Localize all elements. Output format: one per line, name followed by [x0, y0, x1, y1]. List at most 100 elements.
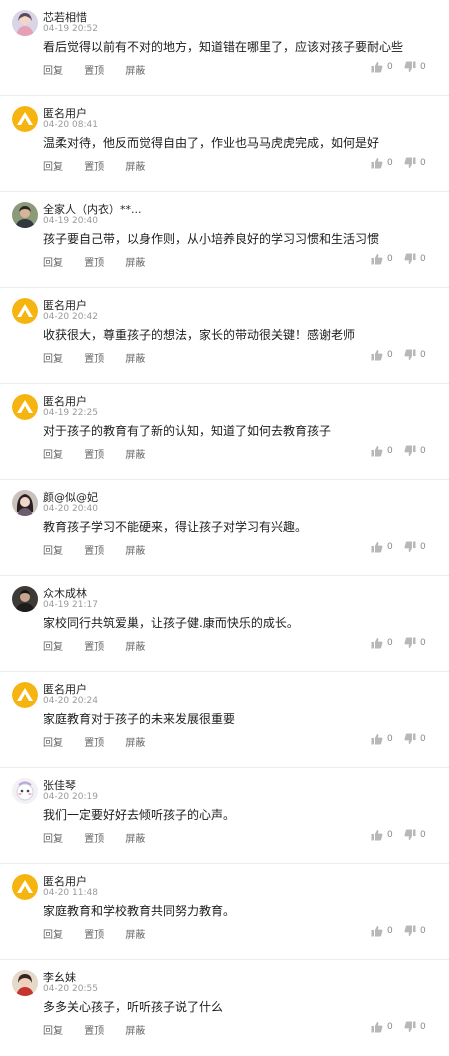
- pin-button[interactable]: 置顶: [84, 158, 104, 173]
- comment-time: 04-20 20:19: [43, 792, 98, 802]
- comment-time: 04-19 22:25: [43, 408, 98, 418]
- commenter-name[interactable]: 全家人（内衣）**...: [43, 201, 142, 217]
- reply-button[interactable]: 回复: [43, 926, 63, 941]
- avatar[interactable]: [12, 874, 38, 900]
- pin-button[interactable]: 置顶: [84, 926, 104, 941]
- avatar[interactable]: [12, 10, 38, 36]
- dislike-button[interactable]: 0: [404, 445, 426, 457]
- comment-item: 全家人（内衣）**... 04-19 20:40 孩子要自己带，以身作则，从小培…: [0, 192, 449, 288]
- avatar[interactable]: [12, 682, 38, 708]
- reply-button[interactable]: 回复: [43, 350, 63, 365]
- avatar[interactable]: [12, 394, 38, 420]
- block-button[interactable]: 屏蔽: [125, 638, 145, 653]
- reply-button[interactable]: 回复: [43, 830, 63, 845]
- like-count: 0: [387, 158, 393, 168]
- like-button[interactable]: 0: [371, 637, 393, 649]
- thumbs-up-icon: [371, 1021, 383, 1033]
- comment-time: 04-19 21:17: [43, 600, 98, 610]
- avatar[interactable]: [12, 106, 38, 132]
- commenter-name[interactable]: 匿名用户: [43, 297, 87, 313]
- pin-button[interactable]: 置顶: [84, 734, 104, 749]
- thumbs-up-icon: [371, 541, 383, 553]
- like-button[interactable]: 0: [371, 829, 393, 841]
- pin-button[interactable]: 置顶: [84, 830, 104, 845]
- block-button[interactable]: 屏蔽: [125, 350, 145, 365]
- dislike-count: 0: [420, 926, 426, 936]
- commenter-name[interactable]: 众木成林: [43, 585, 87, 601]
- dislike-count: 0: [420, 350, 426, 360]
- pin-button[interactable]: 置顶: [84, 1022, 104, 1037]
- block-button[interactable]: 屏蔽: [125, 446, 145, 461]
- reply-button[interactable]: 回复: [43, 1022, 63, 1037]
- comment-actions: 回复 置顶 屏蔽: [43, 926, 163, 941]
- commenter-name[interactable]: 芯若相惜: [43, 9, 87, 25]
- dislike-button[interactable]: 0: [404, 157, 426, 169]
- comment-item: 匿名用户 04-20 20:24 家庭教育对于孩子的未来发展很重要 回复 置顶 …: [0, 672, 449, 768]
- dislike-button[interactable]: 0: [404, 637, 426, 649]
- reply-button[interactable]: 回复: [43, 254, 63, 269]
- thumbs-up-icon: [371, 733, 383, 745]
- dislike-button[interactable]: 0: [404, 925, 426, 937]
- anonymous-logo-icon: [12, 298, 38, 324]
- avatar[interactable]: [12, 970, 38, 996]
- reply-button[interactable]: 回复: [43, 158, 63, 173]
- dislike-button[interactable]: 0: [404, 1021, 426, 1033]
- pin-button[interactable]: 置顶: [84, 350, 104, 365]
- anonymous-logo-icon: [12, 394, 38, 420]
- like-button[interactable]: 0: [371, 733, 393, 745]
- comment-time: 04-20 20:40: [43, 504, 98, 514]
- like-button[interactable]: 0: [371, 349, 393, 361]
- avatar[interactable]: [12, 586, 38, 612]
- dislike-count: 0: [420, 254, 426, 264]
- comment-item: 李幺妹 04-20 20:55 多多关心孩子，听听孩子说了什么 回复 置顶 屏蔽…: [0, 960, 449, 1056]
- commenter-name[interactable]: 颜@似@妃: [43, 489, 98, 505]
- thumbs-up-icon: [371, 637, 383, 649]
- reply-button[interactable]: 回复: [43, 638, 63, 653]
- block-button[interactable]: 屏蔽: [125, 62, 145, 77]
- pin-button[interactable]: 置顶: [84, 638, 104, 653]
- comment-actions: 回复 置顶 屏蔽: [43, 62, 163, 77]
- user-photo: [12, 778, 38, 804]
- dislike-button[interactable]: 0: [404, 253, 426, 265]
- dislike-button[interactable]: 0: [404, 349, 426, 361]
- dislike-button[interactable]: 0: [404, 61, 426, 73]
- commenter-name[interactable]: 张佳琴: [43, 777, 76, 793]
- thumbs-down-icon: [404, 637, 416, 649]
- dislike-button[interactable]: 0: [404, 733, 426, 745]
- reply-button[interactable]: 回复: [43, 446, 63, 461]
- reply-button[interactable]: 回复: [43, 62, 63, 77]
- thumbs-up-icon: [371, 925, 383, 937]
- pin-button[interactable]: 置顶: [84, 254, 104, 269]
- block-button[interactable]: 屏蔽: [125, 254, 145, 269]
- pin-button[interactable]: 置顶: [84, 62, 104, 77]
- avatar[interactable]: [12, 298, 38, 324]
- dislike-button[interactable]: 0: [404, 829, 426, 841]
- block-button[interactable]: 屏蔽: [125, 158, 145, 173]
- reply-button[interactable]: 回复: [43, 734, 63, 749]
- commenter-name[interactable]: 李幺妹: [43, 969, 76, 985]
- avatar[interactable]: [12, 490, 38, 516]
- commenter-name[interactable]: 匿名用户: [43, 681, 87, 697]
- like-button[interactable]: 0: [371, 1021, 393, 1033]
- reply-button[interactable]: 回复: [43, 542, 63, 557]
- like-button[interactable]: 0: [371, 157, 393, 169]
- block-button[interactable]: 屏蔽: [125, 926, 145, 941]
- comment-item: 匿名用户 04-20 11:48 家庭教育和学校教育共同努力教育。 回复 置顶 …: [0, 864, 449, 960]
- pin-button[interactable]: 置顶: [84, 542, 104, 557]
- like-button[interactable]: 0: [371, 925, 393, 937]
- block-button[interactable]: 屏蔽: [125, 1022, 145, 1037]
- block-button[interactable]: 屏蔽: [125, 542, 145, 557]
- block-button[interactable]: 屏蔽: [125, 734, 145, 749]
- commenter-name[interactable]: 匿名用户: [43, 873, 87, 889]
- like-button[interactable]: 0: [371, 541, 393, 553]
- like-button[interactable]: 0: [371, 253, 393, 265]
- commenter-name[interactable]: 匿名用户: [43, 393, 87, 409]
- block-button[interactable]: 屏蔽: [125, 830, 145, 845]
- commenter-name[interactable]: 匿名用户: [43, 105, 87, 121]
- avatar[interactable]: [12, 202, 38, 228]
- pin-button[interactable]: 置顶: [84, 446, 104, 461]
- like-button[interactable]: 0: [371, 61, 393, 73]
- dislike-button[interactable]: 0: [404, 541, 426, 553]
- like-button[interactable]: 0: [371, 445, 393, 457]
- avatar[interactable]: [12, 778, 38, 804]
